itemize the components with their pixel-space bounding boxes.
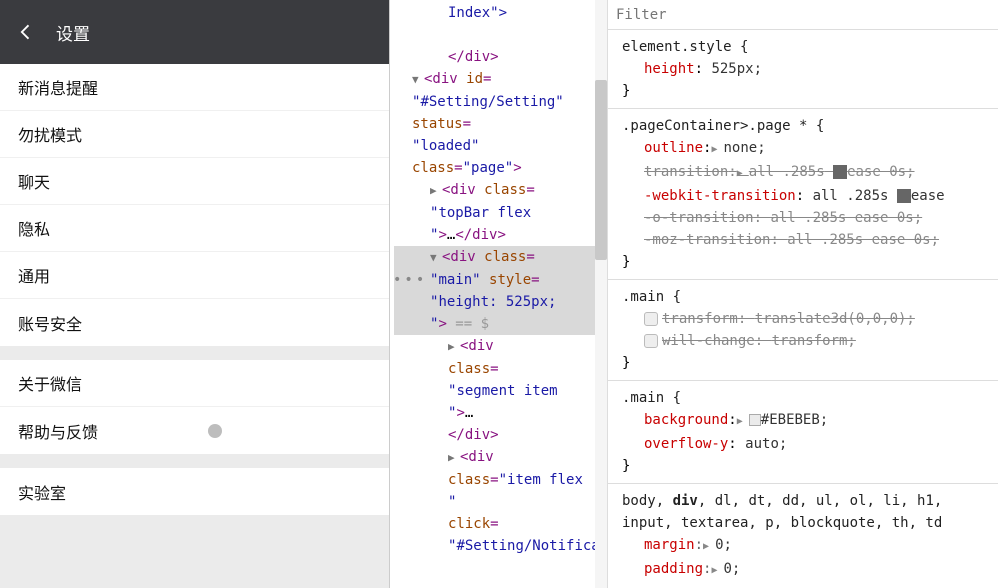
css-selector: .main { <box>622 387 988 409</box>
css-rule[interactable]: .main { background:▶ #EBEBEB; overflow-y… <box>608 381 998 484</box>
settings-app: 设置 新消息提醒 勿扰模式 聊天 隐私 通用 账号安全 关于微信 帮助与反馈 实… <box>0 0 389 588</box>
css-property[interactable]: transition:▶ all .285s ease 0s; <box>622 161 988 185</box>
expand-arrow-icon[interactable]: ▶ <box>448 336 460 358</box>
scrollbar[interactable] <box>595 0 607 588</box>
dom-node-selected[interactable]: ▼<div class= <box>394 246 603 269</box>
dom-node[interactable]: </div> <box>394 46 603 68</box>
list-item[interactable]: 新消息提醒 <box>0 64 389 111</box>
filter-input[interactable] <box>616 4 990 25</box>
list-item-label: 勿扰模式 <box>18 122 82 146</box>
css-property[interactable]: outline:▶ none; <box>622 137 988 161</box>
dom-node: "#Setting/Setting" <box>394 91 603 113</box>
page-title: 设置 <box>56 20 90 45</box>
scrollbar-thumb[interactable] <box>595 80 607 260</box>
back-icon[interactable] <box>16 22 36 42</box>
css-selector: body, div, dl, dt, dd, ul, ol, li, h1, <box>622 490 988 512</box>
list-item-label: 实验室 <box>18 480 66 504</box>
css-property[interactable]: -o-transition: all .285s ease 0s; <box>622 207 988 229</box>
expand-arrow-icon[interactable]: ▶ <box>430 180 442 202</box>
css-property[interactable]: overflow-y: auto; <box>622 433 988 455</box>
css-rule[interactable]: .pageContainer>.page * { outline:▶ none;… <box>608 109 998 280</box>
checkbox-icon[interactable] <box>644 334 658 348</box>
dom-node[interactable]: ▶<div <box>394 446 603 469</box>
list-item-label: 帮助与反馈 <box>18 419 98 443</box>
dom-node: </div> <box>394 424 603 446</box>
css-brace: } <box>622 455 988 477</box>
list-item[interactable]: 实验室 <box>0 468 389 515</box>
dom-node: ">… <box>394 402 603 424</box>
segment: 新消息提醒 勿扰模式 聊天 隐私 通用 账号安全 <box>0 64 389 346</box>
css-rule[interactable]: .main { transform: translate3d(0,0,0); w… <box>608 280 998 381</box>
dom-node[interactable]: ▶<div <box>394 335 603 358</box>
css-selector: .pageContainer>.page * { <box>622 115 988 137</box>
list-item[interactable]: 聊天 <box>0 158 389 205</box>
css-selector: input, textarea, p, blockquote, th, td <box>622 512 988 534</box>
segment-gap <box>0 346 389 360</box>
dom-node: "loaded" <box>394 135 603 157</box>
css-property[interactable]: -moz-transition: all .285s ease 0s; <box>622 229 988 251</box>
dom-node: class= <box>394 358 603 380</box>
css-rule[interactable]: body, div, dl, dt, dd, ul, ol, li, h1, i… <box>608 484 998 588</box>
list-item[interactable]: 关于微信 <box>0 360 389 407</box>
dom-node-selected: "> == $ <box>394 313 603 335</box>
dom-node: class="page"> <box>394 157 603 179</box>
topbar: 设置 <box>0 0 389 64</box>
dom-node <box>394 24 603 46</box>
filter-bar <box>608 0 998 30</box>
segment: 关于微信 帮助与反馈 <box>0 360 389 454</box>
settings-list: 新消息提醒 勿扰模式 聊天 隐私 通用 账号安全 关于微信 帮助与反馈 实验室 <box>0 64 389 588</box>
list-item[interactable]: 通用 <box>0 252 389 299</box>
expand-arrow-icon[interactable]: ▼ <box>430 247 442 269</box>
css-property[interactable]: margin:▶ 0; <box>622 534 988 558</box>
css-property[interactable]: -webkit-transition: all .285s ease <box>622 185 988 207</box>
css-property[interactable]: padding:▶ 0; <box>622 558 988 582</box>
list-item[interactable]: 勿扰模式 <box>0 111 389 158</box>
css-selector: .main { <box>622 286 988 308</box>
css-rule[interactable]: element.style { height: 525px; } <box>608 30 998 109</box>
dom-node: "topBar flex <box>394 202 603 224</box>
color-swatch-icon[interactable] <box>749 414 761 426</box>
css-property[interactable]: background:▶ #EBEBEB; <box>622 409 988 433</box>
list-item-label: 账号安全 <box>18 311 82 335</box>
css-property[interactable]: transform: translate3d(0,0,0); <box>622 308 988 330</box>
segment-gap <box>0 454 389 468</box>
devtools: ••• Index"> </div> ▼<div id= "#Setting/S… <box>389 0 998 588</box>
dom-node: ">…</div> <box>394 224 603 246</box>
dom-node: class="item flex <box>394 469 603 491</box>
dom-node: "#Setting/Notificati <box>394 535 603 557</box>
checkbox-icon[interactable] <box>644 312 658 326</box>
segment-gap <box>0 515 389 529</box>
elements-pane[interactable]: ••• Index"> </div> ▼<div id= "#Setting/S… <box>390 0 608 588</box>
list-item-label: 隐私 <box>18 216 50 240</box>
dom-node: " <box>394 491 603 513</box>
css-selector: element.style { <box>622 36 988 58</box>
list-item-label: 通用 <box>18 263 50 287</box>
dom-node: click= <box>394 513 603 535</box>
ellipsis-icon[interactable]: ••• <box>390 272 430 288</box>
dom-node[interactable]: Index"> <box>394 2 603 24</box>
bezier-icon[interactable] <box>897 189 911 203</box>
list-item-label: 关于微信 <box>18 371 82 395</box>
css-property[interactable]: height: 525px; <box>622 58 988 80</box>
css-brace: } <box>622 251 988 273</box>
dom-node[interactable]: ▼<div id= <box>394 68 603 91</box>
expand-arrow-icon[interactable]: ▶ <box>448 447 460 469</box>
expand-arrow-icon[interactable]: ▼ <box>412 69 424 91</box>
list-item-label: 新消息提醒 <box>18 75 98 99</box>
bezier-icon[interactable] <box>833 165 847 179</box>
dom-node: "segment item <box>394 380 603 402</box>
dom-node: status= <box>394 113 603 135</box>
list-item[interactable]: 隐私 <box>0 205 389 252</box>
dom-node-selected: "height: 525px; <box>394 291 603 313</box>
list-item-label: 聊天 <box>18 169 50 193</box>
dom-node[interactable]: ▶<div class= <box>394 179 603 202</box>
styles-pane: element.style { height: 525px; } .pageCo… <box>608 0 998 588</box>
status-dot-icon <box>208 424 222 438</box>
list-item[interactable]: 账号安全 <box>0 299 389 346</box>
css-brace: } <box>622 80 988 102</box>
segment: 实验室 <box>0 468 389 515</box>
css-property[interactable]: will-change: transform; <box>622 330 988 352</box>
list-item[interactable]: 帮助与反馈 <box>0 407 389 454</box>
css-brace: } <box>622 352 988 374</box>
